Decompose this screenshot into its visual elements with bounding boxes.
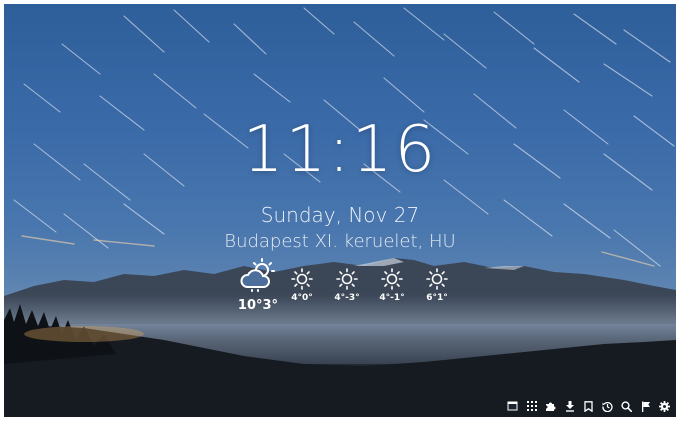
partly-cloudy-icon (240, 258, 275, 292)
apps-button[interactable] (522, 399, 541, 413)
history-icon (602, 401, 613, 412)
sun-icon (291, 268, 313, 290)
forecast-day: 4°-3° (329, 268, 365, 303)
forecast-day: 4°0° (284, 268, 320, 303)
date-text: Sunday, Nov 27 (260, 203, 420, 227)
weather-today: 10°3° (230, 258, 286, 313)
tab-icon (507, 401, 518, 411)
sun-icon (381, 268, 403, 290)
forecast-day: 6°1° (419, 268, 455, 303)
forecast-temp: 4°0° (291, 293, 313, 303)
forecast-day: 4°-1° (374, 268, 410, 303)
clock-time: 11:16 (242, 113, 438, 187)
flag-icon (641, 401, 650, 412)
new-tab-page: 11:16 Sunday, Nov 27 Budapest XI. keruel… (4, 4, 676, 417)
forecast-temp: 6°1° (426, 293, 448, 303)
settings-button[interactable] (655, 399, 674, 413)
history-button[interactable] (598, 399, 617, 413)
apps-grid-icon (526, 401, 537, 411)
sun-icon (336, 268, 358, 290)
sun-icon (426, 268, 448, 290)
location-text[interactable]: Budapest XI. keruelet, HU (4, 230, 676, 254)
forecast-temp: 4°-3° (334, 293, 360, 303)
weather-widget[interactable]: 10°3° 4°0° 4°-3° 4°-1° 6°1° (230, 258, 460, 330)
tab-button[interactable] (503, 399, 522, 413)
bookmark-icon (584, 400, 593, 412)
gear-icon (659, 400, 670, 412)
extensions-button[interactable] (541, 399, 560, 413)
search-button[interactable] (617, 399, 636, 413)
puzzle-icon (546, 402, 556, 411)
today-temp: 10°3° (237, 298, 279, 313)
search-icon (621, 400, 632, 412)
bookmarks-button[interactable] (579, 399, 598, 413)
report-button[interactable] (636, 399, 655, 413)
bottom-toolbar (503, 399, 674, 413)
forecast-temp: 4°-1° (379, 293, 405, 303)
download-icon (565, 400, 574, 412)
downloads-button[interactable] (560, 399, 579, 413)
